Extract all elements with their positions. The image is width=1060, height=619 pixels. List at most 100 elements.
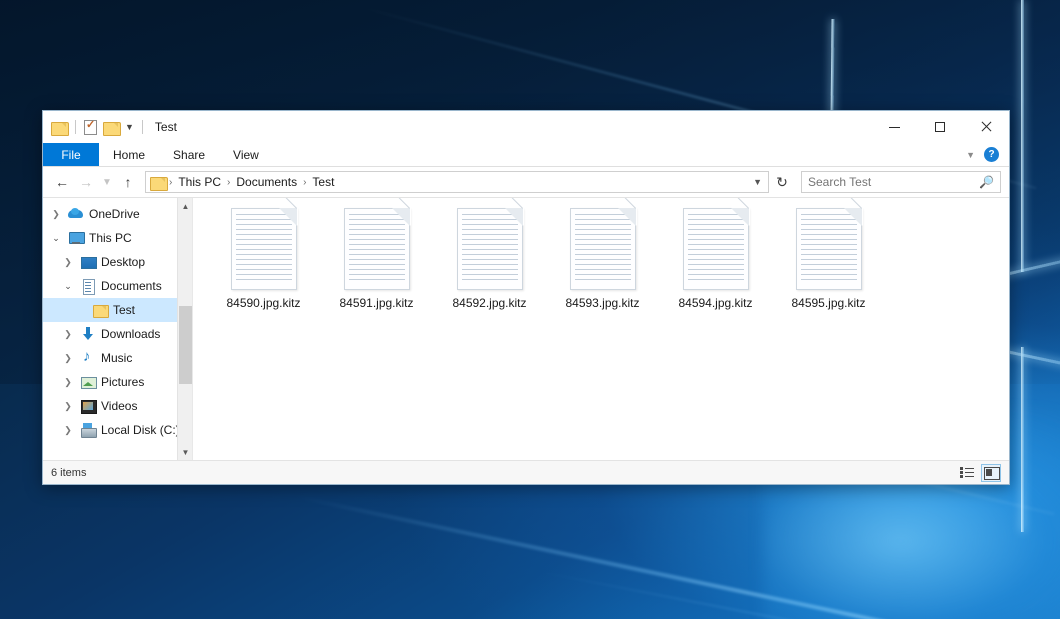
sidebar-item-this-pc[interactable]: ⌄ This PC xyxy=(43,226,192,250)
status-bar: 6 items xyxy=(43,460,1009,484)
music-icon xyxy=(80,350,96,366)
file-item[interactable]: 84592.jpg.kitz xyxy=(433,204,546,310)
file-item[interactable]: 84593.jpg.kitz xyxy=(546,204,659,310)
file-explorer-window: ▼ Test File Home Share View ▼ ? ← → ▼ ↑ … xyxy=(42,110,1010,485)
chevron-down-icon[interactable]: ⌄ xyxy=(61,281,75,292)
minimize-button[interactable] xyxy=(871,111,917,143)
tab-home[interactable]: Home xyxy=(99,143,159,166)
sidebar-item-label: This PC xyxy=(89,231,132,245)
maximize-button[interactable] xyxy=(917,111,963,143)
explorer-body: ❯ OneDrive ⌄ This PC ❯ Desktop ⌄ Documen… xyxy=(43,197,1009,460)
sidebar-item-label: Pictures xyxy=(101,375,144,389)
address-bar-tools: ▼ xyxy=(753,177,764,187)
computer-icon xyxy=(68,230,84,246)
file-item[interactable]: 84594.jpg.kitz xyxy=(659,204,772,310)
file-item[interactable]: 84590.jpg.kitz xyxy=(207,204,320,310)
sidebar-item-label: Downloads xyxy=(101,327,160,341)
chevron-right-icon[interactable]: ❯ xyxy=(61,329,75,340)
folder-icon xyxy=(92,302,108,318)
forward-button[interactable]: → xyxy=(75,171,97,193)
chevron-down-icon[interactable]: ▼ xyxy=(966,150,975,160)
chevron-right-icon[interactable]: ❯ xyxy=(61,257,75,268)
navigation-scrollbar[interactable]: ▲ ▼ xyxy=(177,198,192,460)
search-input[interactable] xyxy=(808,175,979,189)
sidebar-item-videos[interactable]: ❯ Videos xyxy=(43,394,192,418)
breadcrumb-separator: › xyxy=(302,177,307,188)
generic-file-icon xyxy=(570,208,636,290)
help-icon[interactable]: ? xyxy=(984,147,999,162)
breadcrumb-documents[interactable]: Documents xyxy=(233,175,300,189)
close-button[interactable] xyxy=(963,111,1009,143)
file-name-label: 84595.jpg.kitz xyxy=(791,296,865,310)
address-bar[interactable]: › This PC › Documents › Test ▼ xyxy=(145,171,769,193)
windows-logo-ray xyxy=(1021,347,1024,533)
sidebar-item-downloads[interactable]: ❯ Downloads xyxy=(43,322,192,346)
chevron-right-icon[interactable]: ❯ xyxy=(61,401,75,412)
chevron-right-icon[interactable]: ❯ xyxy=(61,425,75,436)
window-title: Test xyxy=(155,120,177,134)
close-icon xyxy=(980,121,992,133)
breadcrumb-this-pc[interactable]: This PC xyxy=(175,175,224,189)
sidebar-item-documents[interactable]: ⌄ Documents xyxy=(43,274,192,298)
new-folder-icon[interactable] xyxy=(103,121,119,134)
large-icons-view-button[interactable] xyxy=(981,464,1001,482)
file-list-pane[interactable]: 84590.jpg.kitz 84591.jpg.kitz 84592.jpg.ki… xyxy=(193,198,1009,460)
properties-icon[interactable] xyxy=(84,120,97,135)
sidebar-item-local-disk[interactable]: ❯ Local Disk (C:) xyxy=(43,418,192,442)
pictures-icon xyxy=(80,374,96,390)
breadcrumb-separator: › xyxy=(168,177,173,188)
minimize-icon xyxy=(889,127,900,128)
desktop-icon xyxy=(80,254,96,270)
sidebar-item-pictures[interactable]: ❯ Pictures xyxy=(43,370,192,394)
cloud-icon xyxy=(68,206,84,222)
toolbar-separator xyxy=(75,120,76,134)
sidebar-item-label: Local Disk (C:) xyxy=(101,423,180,437)
sidebar-item-desktop[interactable]: ❯ Desktop xyxy=(43,250,192,274)
tab-view[interactable]: View xyxy=(219,143,273,166)
generic-file-icon xyxy=(231,208,297,290)
sidebar-item-label: Test xyxy=(113,303,135,317)
title-bar: ▼ Test xyxy=(43,111,1009,143)
sidebar-item-label: Documents xyxy=(101,279,162,293)
details-view-icon xyxy=(960,467,974,478)
sidebar-item-label: Desktop xyxy=(101,255,145,269)
file-name-label: 84594.jpg.kitz xyxy=(678,296,752,310)
sidebar-item-onedrive[interactable]: ❯ OneDrive xyxy=(43,202,192,226)
chevron-right-icon[interactable]: ❯ xyxy=(61,353,75,364)
tab-share[interactable]: Share xyxy=(159,143,219,166)
folder-icon[interactable] xyxy=(51,121,67,134)
file-name-label: 84593.jpg.kitz xyxy=(565,296,639,310)
scroll-up-icon[interactable]: ▲ xyxy=(178,198,193,214)
scroll-down-icon[interactable]: ▼ xyxy=(178,444,193,460)
search-box[interactable]: 🔍 xyxy=(801,171,1001,193)
recent-locations-button[interactable]: ▼ xyxy=(99,171,115,193)
file-item[interactable]: 84591.jpg.kitz xyxy=(320,204,433,310)
file-item[interactable]: 84595.jpg.kitz xyxy=(772,204,885,310)
scrollbar-thumb[interactable] xyxy=(179,306,192,385)
windows-logo-ray xyxy=(1021,0,1024,272)
back-button[interactable]: ← xyxy=(51,171,73,193)
chevron-down-icon[interactable]: ⌄ xyxy=(49,233,63,244)
file-name-label: 84591.jpg.kitz xyxy=(339,296,413,310)
chevron-down-icon[interactable]: ▼ xyxy=(753,177,762,187)
sidebar-item-label: Videos xyxy=(101,399,137,413)
file-name-label: 84592.jpg.kitz xyxy=(452,296,526,310)
sidebar-item-music[interactable]: ❯ Music xyxy=(43,346,192,370)
sidebar-item-test[interactable]: Test xyxy=(43,298,192,322)
breadcrumb-test[interactable]: Test xyxy=(309,175,337,189)
navigation-pane: ❯ OneDrive ⌄ This PC ❯ Desktop ⌄ Documen… xyxy=(43,198,193,460)
chevron-right-icon[interactable]: ❯ xyxy=(61,377,75,388)
chevron-right-icon[interactable]: ❯ xyxy=(49,209,63,220)
refresh-button[interactable]: ↻ xyxy=(771,171,793,193)
details-view-button[interactable] xyxy=(957,464,977,482)
file-name-label: 84590.jpg.kitz xyxy=(226,296,300,310)
tab-file[interactable]: File xyxy=(43,143,99,166)
breadcrumb-separator: › xyxy=(226,177,231,188)
file-grid: 84590.jpg.kitz 84591.jpg.kitz 84592.jpg.ki… xyxy=(207,204,1009,310)
ribbon-right-controls: ▼ ? xyxy=(966,143,1009,166)
search-icon[interactable]: 🔍 xyxy=(979,175,994,189)
chevron-down-icon[interactable]: ▼ xyxy=(125,123,134,132)
up-button[interactable]: ↑ xyxy=(117,171,139,193)
maximize-icon xyxy=(935,122,945,132)
videos-icon xyxy=(80,398,96,414)
